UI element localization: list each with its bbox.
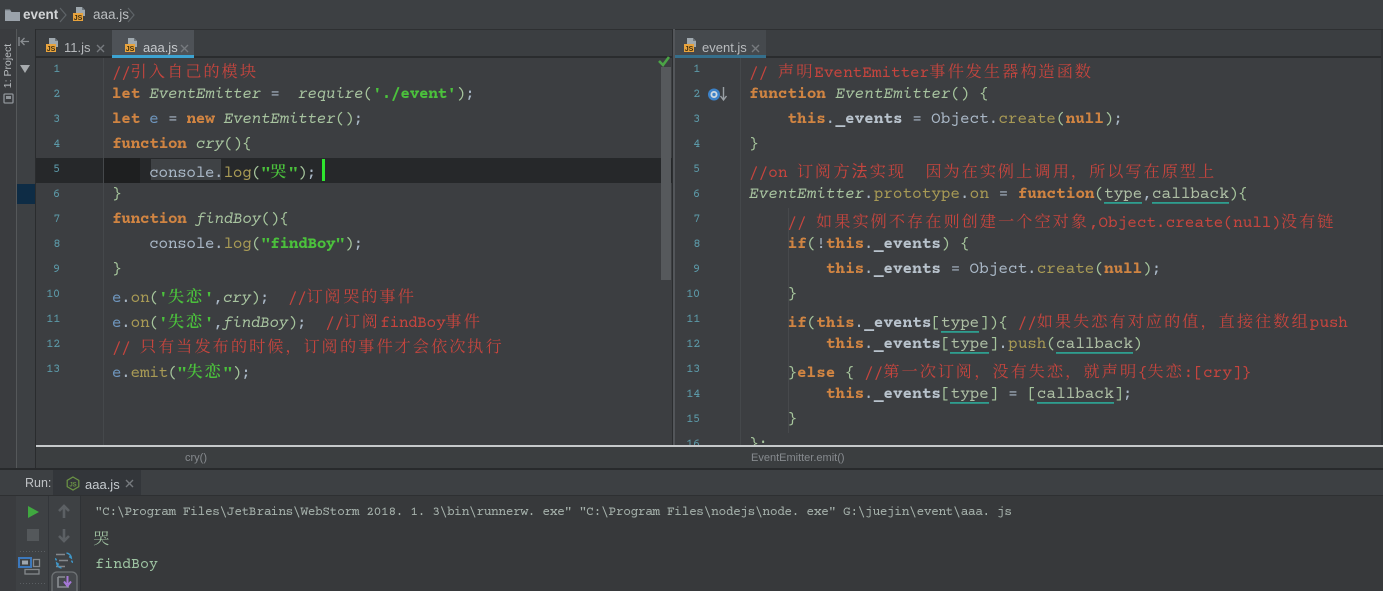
svg-text:JS: JS — [685, 46, 694, 53]
svg-text:JS: JS — [69, 483, 76, 489]
svg-text:JS: JS — [126, 46, 135, 53]
svg-text:JS: JS — [47, 46, 56, 53]
svg-text:JS: JS — [74, 15, 83, 22]
